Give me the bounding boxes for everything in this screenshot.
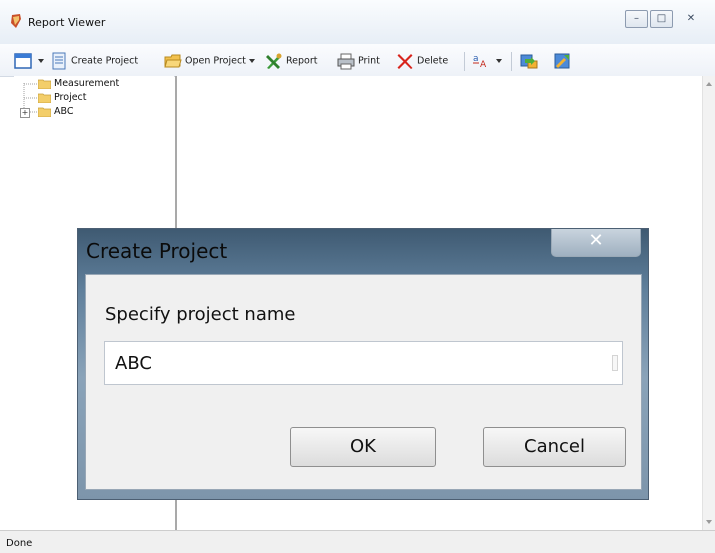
- import-icon: [554, 53, 570, 69]
- folder-icon: [38, 93, 51, 103]
- language-translate-icon: a A: [473, 54, 487, 70]
- tree-expander-plus[interactable]: +: [20, 108, 30, 118]
- input-edge-handle: [612, 355, 618, 371]
- cancel-button[interactable]: Cancel: [483, 427, 626, 467]
- ok-button[interactable]: OK: [290, 427, 436, 467]
- open-project-label: Open Project: [185, 55, 246, 67]
- scroll-up-arrow-icon[interactable]: [706, 82, 712, 86]
- export-button[interactable]: [520, 52, 541, 70]
- maximize-button[interactable]: □: [650, 10, 673, 28]
- vertical-scrollbar[interactable]: [702, 76, 715, 530]
- title-bar: Report Viewer – □ ✕: [0, 0, 715, 45]
- scroll-down-arrow-icon[interactable]: [706, 520, 712, 524]
- import-button[interactable]: [553, 52, 574, 70]
- dialog-close-button[interactable]: ✕: [551, 229, 641, 257]
- tree-item-label: Measurement: [54, 78, 120, 89]
- svg-text:A: A: [480, 60, 487, 70]
- close-icon: ✕: [588, 230, 604, 251]
- tree-item-label: Project: [54, 92, 87, 103]
- delete-label: Delete: [417, 55, 449, 67]
- app-icon: [11, 14, 21, 28]
- tree-item-measurement[interactable]: Measurement: [38, 77, 119, 91]
- chevron-down-icon: [496, 59, 502, 63]
- open-project-button[interactable]: Open Project: [164, 52, 255, 70]
- delete-x-icon: [397, 54, 413, 69]
- status-bar: Done: [0, 530, 715, 553]
- export-icon: [520, 54, 538, 69]
- create-project-dialog: Create Project ✕ Specify project name AB…: [77, 228, 649, 500]
- toolbar-separator: [511, 52, 512, 71]
- folder-icon: [38, 107, 51, 117]
- report-label: Report: [286, 55, 318, 67]
- folder-open-icon: [164, 54, 182, 68]
- create-project-label: Create Project: [71, 55, 139, 67]
- create-project-button[interactable]: Create Project: [50, 52, 138, 70]
- report-wrench-icon: [266, 53, 282, 69]
- tree-item-abc[interactable]: ABC: [38, 105, 73, 119]
- delete-button[interactable]: Delete: [396, 52, 448, 70]
- view-menu-button[interactable]: [14, 52, 44, 70]
- dialog-title: Create Project: [86, 239, 228, 263]
- window-title: Report Viewer: [28, 16, 106, 29]
- tree-item-project[interactable]: Project: [38, 91, 87, 105]
- print-label: Print: [358, 55, 380, 67]
- tree-item-label: ABC: [54, 106, 74, 117]
- close-button[interactable]: ✕: [677, 10, 705, 28]
- project-name-label: Specify project name: [105, 304, 296, 325]
- language-button[interactable]: a A: [472, 52, 502, 70]
- folder-icon: [38, 79, 51, 89]
- report-button[interactable]: Report: [265, 52, 318, 70]
- printer-icon: [337, 53, 355, 70]
- document-icon: [52, 52, 66, 70]
- report-viewer-window: Report Viewer – □ ✕ Create Project Open …: [0, 0, 715, 553]
- print-button[interactable]: Print: [337, 52, 380, 70]
- toolbar-separator: [464, 52, 465, 71]
- window-layout-icon: [14, 53, 32, 69]
- dialog-body: Specify project name ABC OK Cancel: [85, 274, 642, 490]
- chevron-down-icon: [248, 59, 255, 63]
- project-name-value: ABC: [115, 353, 152, 374]
- toolbar: Create Project Open Project Report Print: [0, 44, 715, 77]
- project-name-input[interactable]: ABC: [104, 341, 623, 385]
- status-text: Done: [6, 538, 33, 549]
- chevron-down-icon: [38, 59, 44, 63]
- minimize-button[interactable]: –: [625, 10, 648, 28]
